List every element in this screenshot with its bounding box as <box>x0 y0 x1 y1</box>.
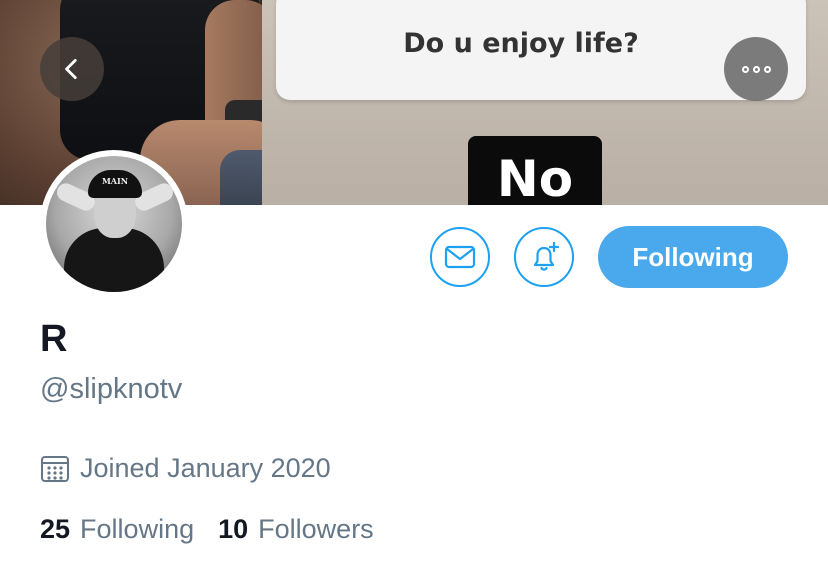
back-button[interactable] <box>40 37 104 101</box>
avatar-photo: MAIN <box>46 156 182 292</box>
join-date-text: Joined January 2020 <box>80 453 331 483</box>
followers-link[interactable]: Followers <box>258 514 374 545</box>
display-name: R <box>40 318 68 360</box>
followers-count[interactable]: 10 <box>218 514 248 545</box>
notifications-button[interactable] <box>514 227 574 287</box>
bell-plus-icon <box>533 241 560 271</box>
join-date: Joined January 2020 <box>40 453 331 484</box>
mail-icon <box>444 245 476 269</box>
following-link[interactable]: Following <box>80 514 194 545</box>
avatar[interactable]: MAIN <box>40 150 188 298</box>
calendar-icon <box>41 455 69 482</box>
message-button[interactable] <box>430 227 490 287</box>
more-options-button[interactable] <box>724 37 788 101</box>
follow-stats: 25 Following 10 Followers <box>40 514 398 545</box>
banner-speech-text: Do u enjoy life? <box>403 28 639 59</box>
user-handle: @slipknotv <box>40 373 183 405</box>
more-options-icon <box>741 65 771 73</box>
banner-sign-text: No <box>496 150 574 205</box>
avatar-cap-text: MAIN <box>101 176 129 186</box>
chevron-left-icon <box>65 58 77 80</box>
following-button[interactable]: Following <box>598 226 788 288</box>
following-count[interactable]: 25 <box>40 514 70 545</box>
